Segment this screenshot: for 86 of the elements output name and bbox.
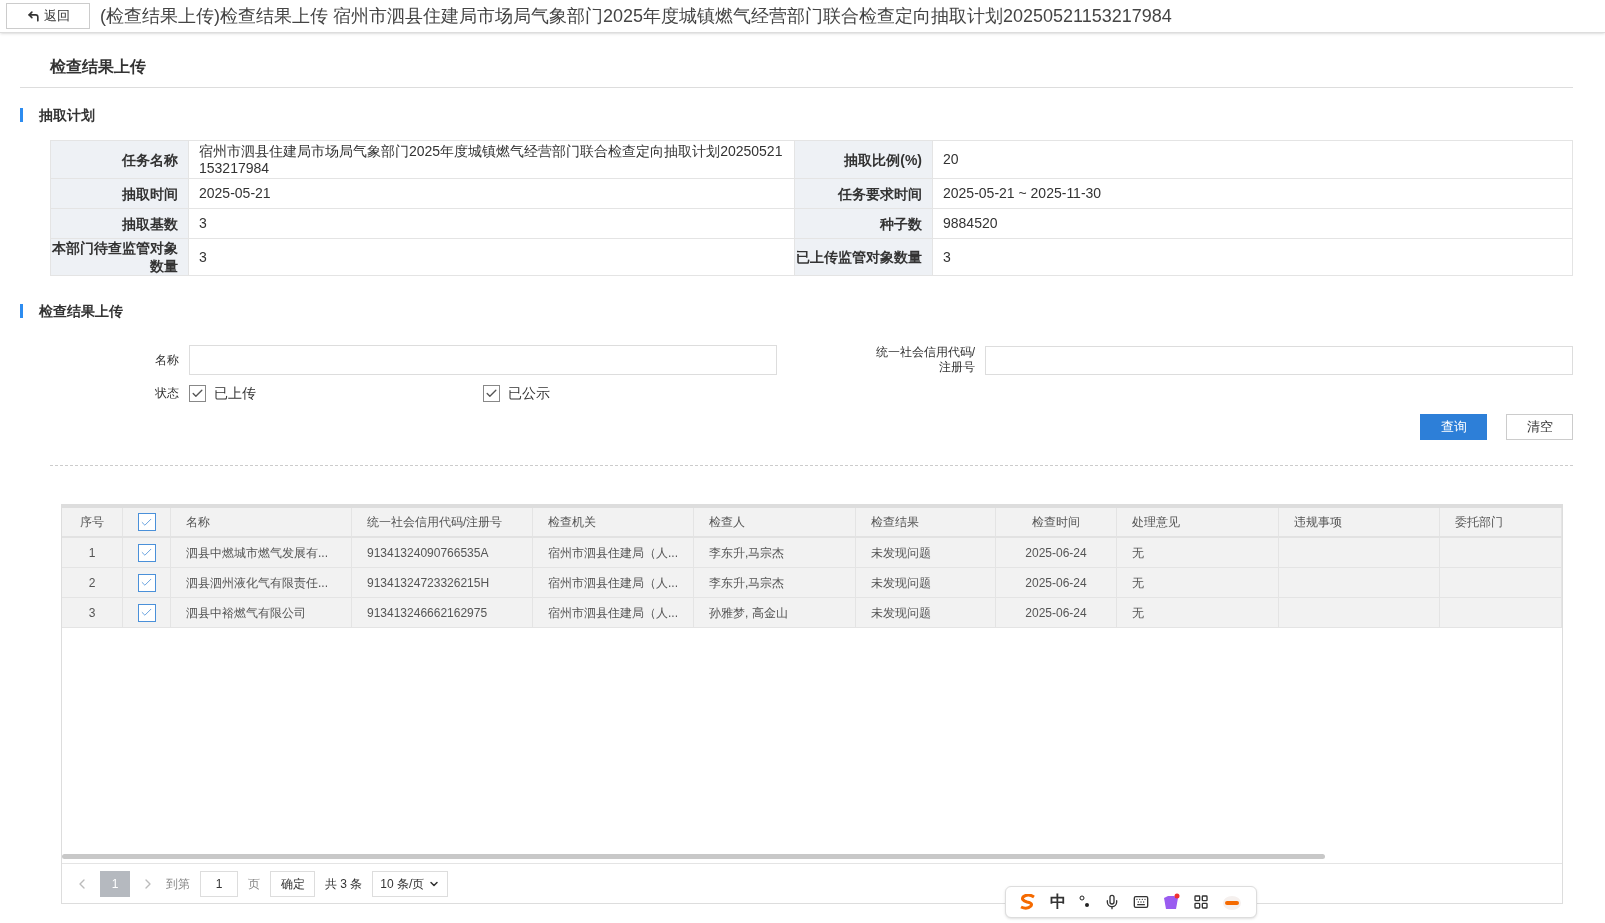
field-label: 种子数 bbox=[795, 209, 933, 238]
checkbox-label: 已上传 bbox=[214, 383, 256, 403]
goto-label: 到第 bbox=[166, 875, 190, 893]
grid-icon[interactable] bbox=[1192, 894, 1209, 910]
table-cell-text: 无 bbox=[1132, 574, 1144, 592]
table-cell-text: 李东升,马宗杰 bbox=[709, 544, 785, 562]
page-unit: 页 bbox=[248, 875, 260, 893]
page-heading: (检查结果上传)检查结果上传 宿州市泗县住建局市场局气象部门2025年度城镇燃气经营部门联合检查定向抽取计划20250521153217984 bbox=[100, 4, 1172, 28]
return-arrow-icon bbox=[26, 9, 40, 23]
column-header: 检查结果 bbox=[871, 514, 919, 531]
field-label: 任务要求时间 bbox=[795, 179, 933, 208]
section-title: 检查结果上传 bbox=[39, 301, 123, 321]
check-icon bbox=[140, 606, 153, 619]
table-cell-text: 无 bbox=[1132, 604, 1144, 622]
column-header: 统一社会信用代码/注册号 bbox=[367, 514, 503, 531]
input-mode[interactable]: 中 bbox=[1049, 890, 1066, 914]
field-label: 本部门待查监管对象数量 bbox=[51, 239, 189, 275]
field-label: 抽取基数 bbox=[51, 209, 189, 238]
column-header: 违规事项 bbox=[1294, 514, 1342, 531]
table-cell-text: 2025-06-24 bbox=[1025, 544, 1087, 562]
horizontal-scrollbar[interactable] bbox=[62, 854, 1325, 859]
table-cell-text: 2 bbox=[88, 574, 96, 592]
column-header: 名称 bbox=[186, 514, 210, 531]
field-value: 2025-05-21 bbox=[198, 184, 272, 203]
table-cell-text: 1 bbox=[88, 544, 96, 562]
table-cell-text: 泗县中裕燃气有限公司 bbox=[186, 604, 306, 622]
column-header: 序号 bbox=[80, 514, 104, 531]
table-cell-text: 未发现问题 bbox=[871, 604, 931, 622]
total-count: 共 3 条 bbox=[325, 875, 363, 893]
field-label: 状态 bbox=[154, 385, 180, 402]
field-label: 任务名称 bbox=[51, 141, 189, 178]
logo-icon[interactable] bbox=[1018, 894, 1037, 910]
field-value: 3 bbox=[942, 247, 952, 267]
keyboard-icon[interactable] bbox=[1132, 894, 1149, 910]
field-value: 3 bbox=[198, 214, 208, 233]
column-header: 检查人 bbox=[709, 514, 745, 531]
confirm-button[interactable]: 确定 bbox=[270, 870, 315, 897]
field-label: 抽取时间 bbox=[51, 179, 189, 208]
name-input[interactable] bbox=[189, 345, 777, 375]
back-button[interactable]: 返回 bbox=[6, 3, 90, 29]
table-cell-text: 未发现问题 bbox=[871, 574, 931, 592]
table-cell-text: 泗县泗州液化气有限责任... bbox=[186, 574, 328, 592]
table-cell-text: 913413246662162975 bbox=[367, 604, 488, 622]
column-header: 委托部门 bbox=[1455, 514, 1503, 531]
column-header: 检查时间 bbox=[1032, 514, 1080, 531]
table-cell-text: 无 bbox=[1132, 544, 1144, 562]
checkbox-label: 已公示 bbox=[508, 383, 550, 403]
table-cell-text: 李东升,马宗杰 bbox=[709, 574, 785, 592]
check-icon bbox=[140, 576, 153, 589]
table-cell-text: 未发现问题 bbox=[871, 544, 931, 562]
field-value: 20 bbox=[942, 150, 960, 169]
field-value: 9884520 bbox=[942, 214, 999, 233]
check-icon bbox=[140, 546, 153, 559]
code-input[interactable] bbox=[985, 345, 1573, 375]
section-title: 抽取计划 bbox=[39, 105, 95, 125]
field-label: 名称 bbox=[154, 352, 180, 369]
table-cell-text: 宿州市泗县住建局（人... bbox=[548, 604, 678, 622]
field-value: 2025-05-21 ~ 2025-11-30 bbox=[942, 184, 1103, 203]
checkbox[interactable] bbox=[137, 603, 156, 622]
table-cell-text: 泗县中燃城市燃气发展有... bbox=[186, 544, 328, 562]
checkbox[interactable] bbox=[137, 573, 156, 592]
field-value: 宿州市泗县住建局市场局气象部门2025年度城镇燃气经营部门联合检查定向抽取计划20250521153217984 bbox=[198, 141, 784, 178]
table-cell-text: 2025-06-24 bbox=[1025, 604, 1087, 622]
table-cell-text: 2025-06-24 bbox=[1025, 574, 1087, 592]
field-value: 3 bbox=[198, 247, 208, 267]
clear-button[interactable]: 清空 bbox=[1506, 414, 1573, 440]
column-header: 检查机关 bbox=[548, 514, 596, 531]
table-cell-text: 宿州市泗县住建局（人... bbox=[548, 574, 678, 592]
table-cell-text: 91341324090766535A bbox=[367, 544, 489, 562]
table-cell-text: 91341324723326215H bbox=[367, 574, 490, 592]
checkbox[interactable] bbox=[189, 384, 206, 402]
table-cell-text: 宿州市泗县住建局（人... bbox=[548, 544, 678, 562]
checkbox[interactable] bbox=[483, 384, 500, 402]
search-button[interactable]: 查询 bbox=[1420, 414, 1487, 440]
checkbox[interactable] bbox=[137, 513, 156, 531]
field-label: 统一社会信用代码/注册号 bbox=[874, 345, 976, 375]
column-header: 处理意见 bbox=[1132, 514, 1180, 531]
punctuation-icon[interactable] bbox=[1078, 894, 1091, 910]
table-cell-text: 3 bbox=[88, 604, 96, 622]
field-label: 已上传监管对象数量 bbox=[795, 239, 933, 275]
table-cell-text: 孙雅梦, 高金山 bbox=[709, 604, 788, 622]
checkbox[interactable] bbox=[137, 543, 156, 562]
page-input[interactable]: 1 bbox=[200, 870, 238, 897]
page-size-select[interactable]: 10 条/页 bbox=[372, 870, 449, 897]
field-label: 抽取比例(%) bbox=[795, 141, 933, 178]
page-title: 检查结果上传 bbox=[50, 57, 146, 77]
